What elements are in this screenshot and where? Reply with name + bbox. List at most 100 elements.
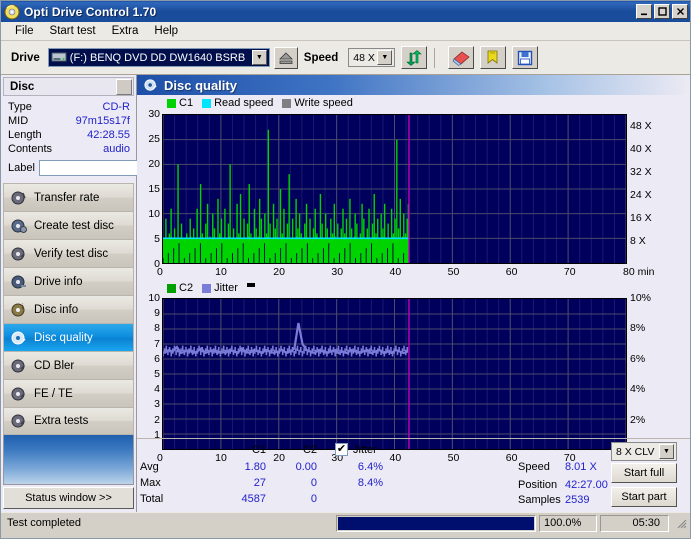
eject-button[interactable]: [273, 46, 298, 69]
legend-label-c1: C1: [179, 97, 194, 109]
sidebar-item-disc-info[interactable]: i Disc info: [3, 295, 134, 323]
disc-mid-label: MID: [8, 115, 29, 127]
disc-info-icon: i: [11, 302, 27, 318]
app-disc-icon: [4, 4, 20, 20]
sidebar-item-fe-te[interactable]: FE / TE: [3, 379, 134, 407]
menu-item-file[interactable]: File: [7, 23, 42, 39]
jitter-label: Jitter: [353, 444, 377, 456]
samples-stat-value: 2539: [565, 494, 590, 506]
sidebar-filler: [3, 435, 134, 485]
disc-length-value: 42:28.55: [87, 129, 130, 141]
stats-row-total-label: Total: [140, 493, 164, 505]
chart1-plot[interactable]: [162, 114, 627, 264]
resize-grip-icon[interactable]: [674, 516, 688, 530]
drive-select[interactable]: (F:) BENQ DVD DD DW1640 BSRB ▼: [47, 48, 270, 67]
chart1-y2tick-48: 48 X: [630, 119, 652, 132]
chart1-ytick-15: 15: [148, 183, 160, 195]
jitter-checkbox[interactable]: ✔: [335, 443, 348, 456]
stats-max-c2: 0: [310, 477, 317, 489]
disc-info-list: Type CD-R MID 97m15s17f Length 42:28.55 …: [3, 96, 240, 179]
disc-panel-header: Disc: [3, 77, 134, 96]
drive-label: Drive: [11, 51, 40, 64]
legend-swatch-c2: [167, 283, 176, 293]
disc-quality-icon: [144, 78, 158, 92]
chart2-ytick-10: 10: [148, 292, 160, 304]
test-speed-select[interactable]: 8 X CLV ▼: [611, 442, 677, 461]
menu-item-starttest[interactable]: Start test: [42, 23, 104, 39]
chart1-canvas: [162, 115, 627, 263]
sidebar-item-extra-tests[interactable]: Extra tests: [3, 407, 134, 435]
progress-percent: 100.0%: [539, 514, 597, 532]
disc-type-label: Type: [8, 101, 32, 113]
chart1-ytick-25: 25: [148, 133, 160, 145]
sidebar-item-create-test-disc[interactable]: Create test disc: [3, 211, 134, 239]
sidebar-item-label: Transfer rate: [34, 191, 100, 204]
sidebar-nav: Transfer rate Create test disc Verify te…: [3, 183, 134, 435]
sidebar-item-label: FE / TE: [34, 387, 73, 400]
legend-label-c2: C2: [179, 282, 194, 294]
menu-item-extra[interactable]: Extra: [104, 23, 147, 39]
title-bar: Opti Drive Control 1.70: [1, 1, 690, 22]
chart1-y2tick-8: 8 X: [630, 234, 646, 247]
chart1-y2tick-16: 16 X: [630, 211, 652, 224]
position-stat-label: Position: [518, 479, 558, 491]
panel-title: Disc quality: [164, 77, 237, 93]
chevron-down-icon[interactable]: ▼: [659, 444, 674, 459]
erase-button[interactable]: [448, 46, 475, 69]
save-button[interactable]: [512, 46, 539, 69]
refresh-button[interactable]: [401, 46, 428, 69]
status-window-button[interactable]: Status window >>: [3, 487, 134, 509]
disc-info-row-type: Type CD-R: [7, 100, 131, 114]
bookmark-button[interactable]: [480, 46, 507, 69]
start-full-button[interactable]: Start full: [611, 463, 677, 483]
chart1-ytick-20: 20: [148, 158, 160, 170]
minimize-button[interactable]: [636, 4, 652, 19]
disc-transfer-icon: [11, 190, 27, 206]
sidebar-item-label: Disc quality: [34, 331, 93, 344]
chart2-ytick-7: 7: [154, 337, 160, 350]
disc-panel-title: Disc: [10, 80, 35, 93]
menu-item-help[interactable]: Help: [146, 23, 186, 39]
chart2-canvas: [162, 299, 627, 449]
chart1-ytick-5: 5: [154, 233, 160, 245]
close-button[interactable]: [672, 4, 688, 19]
disc-info-row-contents: Contents audio: [7, 142, 131, 156]
stats-total-c1: 4587: [241, 493, 266, 505]
stats-col-c1: C1: [251, 444, 266, 456]
sidebar-item-drive-info[interactable]: Drive info: [3, 267, 134, 295]
chart2-y2tick-2: 2%: [630, 413, 646, 426]
toolbar: Drive (F:) BENQ DVD DD DW1640 BSRB ▼ Spe…: [1, 41, 690, 75]
speed-select[interactable]: 48 X ▼: [348, 48, 396, 67]
legend-swatch-write-speed: [282, 98, 292, 108]
speed-value: 48 X: [353, 51, 375, 64]
start-part-button[interactable]: Start part: [611, 487, 677, 507]
sidebar-item-label: Disc info: [34, 303, 79, 316]
disc-type-value: CD-R: [102, 101, 131, 113]
sidebar-item-verify-test-disc[interactable]: Verify test disc: [3, 239, 134, 267]
chart1-ytick-10: 10: [148, 208, 160, 220]
maximize-button[interactable]: [654, 4, 670, 19]
disc-create-icon: [11, 218, 27, 234]
sidebar-item-cd-bler[interactable]: CD Bler: [3, 351, 134, 379]
speed-stat-value: 8.01 X: [565, 461, 597, 473]
chevron-down-icon[interactable]: ▼: [377, 50, 393, 65]
legend-swatch-jitter: [202, 283, 212, 293]
sidebar-item-transfer-rate[interactable]: Transfer rate: [3, 183, 134, 211]
chart2-y2tick-6: 6%: [630, 352, 646, 365]
window-controls: [636, 4, 688, 19]
disc-panel-toggle[interactable]: [116, 78, 132, 95]
disc-contents-label: Contents: [8, 143, 53, 155]
sidebar-item-disc-quality[interactable]: Disc quality: [3, 323, 134, 351]
speed-label: Speed: [303, 51, 339, 64]
chart2-ytick-9: 9: [154, 307, 160, 320]
window-title: Opti Drive Control 1.70: [24, 4, 157, 19]
disc-bler-icon: [11, 358, 27, 374]
legend-marker-icon: [246, 283, 255, 287]
stats-max-c1: 27: [253, 477, 266, 489]
chart1-y2tick-40: 40 X: [630, 142, 652, 155]
panel-header: Disc quality: [137, 75, 690, 95]
chevron-down-icon[interactable]: ▼: [251, 50, 267, 65]
main-body: Disc Type CD-R MID 97m15s17f Length 42:2…: [1, 75, 690, 512]
chart2-plot[interactable]: [162, 298, 627, 450]
test-speed-value: 8 X CLV: [616, 445, 655, 458]
